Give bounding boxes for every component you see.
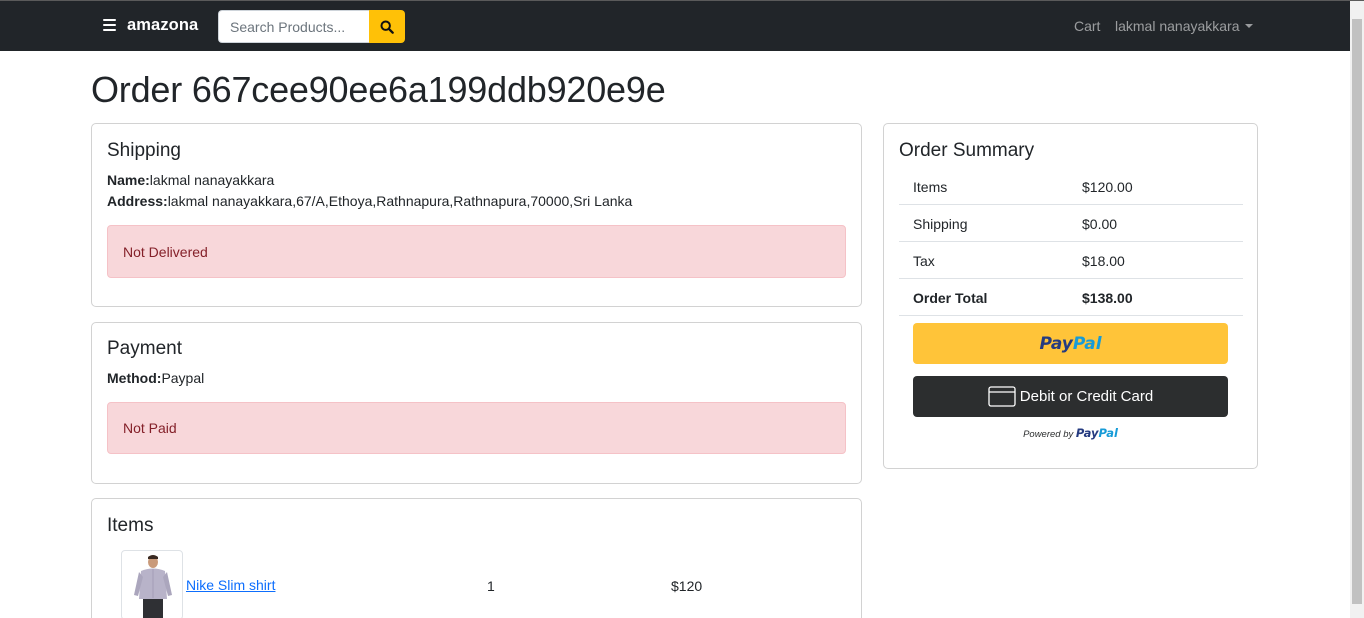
caret-down-icon: [1244, 24, 1253, 28]
shipping-name-line: Name:lakmal nanayakkara: [107, 172, 274, 188]
paypal-logo-part1: Pay: [1039, 333, 1073, 354]
delivery-status-alert: Not Delivered: [107, 225, 846, 278]
address-value: lakmal nanayakkara,67/A,Ethoya,Rathnapur…: [167, 193, 633, 209]
card-button-label: Debit or Credit Card: [1019, 388, 1154, 405]
name-label: Name:: [107, 172, 150, 188]
summary-tax-label: Tax: [913, 253, 935, 269]
order-summary-card: Order Summary Items $120.00 Shipping $0.…: [883, 123, 1258, 469]
product-image: [121, 550, 183, 618]
summary-tax-value: $18.00: [1082, 253, 1125, 269]
powered-by-text: Powered by: [1023, 429, 1074, 440]
debit-credit-card-button[interactable]: Debit or Credit Card: [913, 376, 1228, 417]
payment-title: Payment: [107, 338, 182, 359]
shipping-address-line: Address:lakmal nanayakkara,67/A,Ethoya,R…: [107, 193, 632, 209]
scrollbar-thumb[interactable]: [1352, 19, 1362, 604]
vertical-scrollbar[interactable]: [1350, 1, 1364, 618]
order-summary-title: Order Summary: [899, 140, 1035, 161]
search-input[interactable]: [218, 10, 370, 43]
navbar: amazona Cart lakmal nanayakkara: [0, 1, 1350, 51]
summary-items-label: Items: [913, 179, 948, 195]
user-dropdown[interactable]: lakmal nanayakkara: [1115, 18, 1253, 34]
paypal-button[interactable]: Pay Pal: [913, 323, 1228, 364]
payment-card: Payment Method:Paypal Not Paid: [91, 322, 862, 484]
search-button[interactable]: [369, 10, 405, 43]
powered-brand-part1: Pay: [1075, 426, 1099, 440]
items-title: Items: [107, 515, 154, 536]
item-name-link[interactable]: Nike Slim shirt: [186, 577, 275, 593]
page-title: Order 667cee90ee6a199ddb920e9e: [91, 69, 666, 110]
summary-row-items: Items $120.00: [899, 168, 1243, 205]
payment-method-line: Method:Paypal: [107, 370, 204, 386]
credit-card-icon: [988, 386, 1016, 407]
summary-shipping-value: $0.00: [1082, 216, 1118, 232]
hamburger-icon[interactable]: [103, 19, 116, 32]
summary-items-value: $120.00: [1082, 179, 1133, 195]
name-value: lakmal nanayakkara: [149, 172, 275, 188]
powered-by-paypal: Powered by PayPal: [913, 426, 1228, 440]
item-price: $120: [671, 578, 703, 594]
summary-total-label: Order Total: [913, 290, 988, 306]
method-value: Paypal: [161, 370, 205, 386]
magnifier-icon: [380, 19, 394, 34]
summary-total-value: $138.00: [1082, 290, 1133, 306]
summary-row-total: Order Total $138.00: [899, 279, 1243, 316]
shipping-title: Shipping: [107, 140, 181, 161]
summary-shipping-label: Shipping: [913, 216, 968, 232]
nav-cart-link[interactable]: Cart: [1074, 18, 1100, 34]
summary-row-shipping: Shipping $0.00: [899, 205, 1243, 242]
items-card: Items Nike Slim shirt 1 $120: [91, 498, 862, 618]
payment-status-alert: Not Paid: [107, 402, 846, 454]
paypal-logo-part2: Pal: [1072, 333, 1102, 354]
powered-brand-part2: Pal: [1098, 426, 1118, 440]
brand-logo-link[interactable]: amazona: [127, 16, 198, 35]
user-name: lakmal nanayakkara: [1115, 18, 1240, 34]
address-label: Address:: [107, 193, 168, 209]
method-label: Method:: [107, 370, 162, 386]
item-quantity: 1: [487, 578, 495, 594]
summary-row-tax: Tax $18.00: [899, 242, 1243, 279]
shipping-card: Shipping Name:lakmal nanayakkara Address…: [91, 123, 862, 307]
